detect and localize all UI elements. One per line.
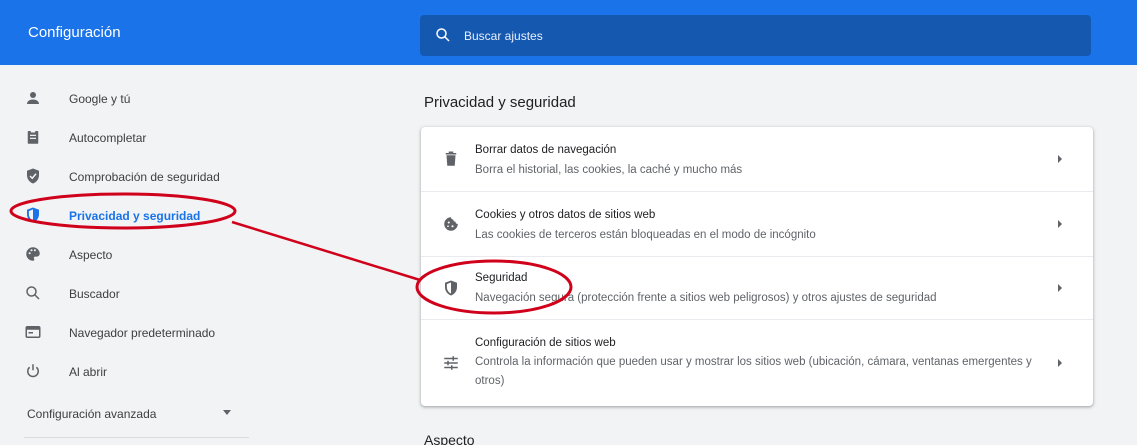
row-security[interactable]: Seguridad Navegación segura (protección … [421,257,1093,319]
sidebar-item-label: Autocompletar [69,131,147,145]
sidebar-item-label: Al abrir [69,365,108,379]
search-input[interactable] [464,15,1064,56]
section-title: Privacidad y seguridad [424,94,576,111]
advanced-settings-toggle[interactable]: Configuración avanzada [27,405,247,425]
top-bar: Configuración [0,0,1137,65]
sidebar-item-label: Aspecto [69,248,113,262]
chevron-right-icon [1058,359,1062,367]
sidebar-item-autofill[interactable]: Autocompletar [0,120,255,156]
person-icon [27,92,39,104]
row-description: Navegación segura (protección frente a s… [475,292,937,304]
next-section-title: Aspecto [424,432,475,445]
sidebar-item-appearance[interactable]: Aspecto [0,237,255,273]
annotation-connector [231,220,421,282]
sidebar-item-label: Privacidad y seguridad [69,209,201,223]
shield-check-icon [27,168,39,184]
chevron-right-icon [1058,155,1062,163]
row-title: Borrar datos de navegación [475,144,617,156]
row-title: Seguridad [475,272,528,284]
sidebar: Google y tú Autocompletar Comprobación d… [0,65,260,445]
power-icon [27,364,39,378]
search-icon [26,286,40,300]
chevron-right-icon [1058,220,1062,228]
search-box[interactable] [420,15,1091,56]
advanced-settings-label: Configuración avanzada [27,407,157,421]
sidebar-item-on-startup[interactable]: Al abrir [0,354,255,390]
caret-down-icon [223,410,231,415]
sidebar-item-label: Buscador [69,287,120,301]
chevron-right-icon [1058,284,1062,292]
browser-icon [25,326,41,338]
row-description: Las cookies de terceros están bloqueadas… [475,229,816,241]
privacy-card: Borrar datos de navegación Borra el hist… [421,127,1093,406]
trash-icon [445,151,457,166]
sidebar-item-default-browser[interactable]: Navegador predeterminado [0,315,255,351]
row-site-settings[interactable]: Configuración de sitios web Controla la … [421,320,1093,406]
palette-icon [26,247,40,261]
sidebar-item-label: Navegador predeterminado [69,326,216,340]
sidebar-item-label: Google y tú [69,92,131,106]
row-cookies[interactable]: Cookies y otros datos de sitios web Las … [421,192,1093,256]
sidebar-divider [24,437,249,438]
row-title: Configuración de sitios web [475,337,616,349]
app-title: Configuración [28,24,121,41]
cookie-icon [444,217,458,231]
sidebar-item-search-engine[interactable]: Buscador [0,276,255,312]
search-icon [436,28,450,42]
shield-icon [445,280,457,296]
clipboard-icon [27,129,39,144]
tune-icon [444,356,458,370]
shield-icon [27,207,39,223]
row-description: Controla la información que pueden usar … [475,356,1032,387]
sidebar-item-label: Comprobación de seguridad [69,170,220,184]
sidebar-item-google[interactable]: Google y tú [0,81,255,117]
row-title: Cookies y otros datos de sitios web [475,209,656,221]
row-description: Borra el historial, las cookies, la cach… [475,164,743,176]
sidebar-item-privacy[interactable]: Privacidad y seguridad [0,198,255,234]
row-clear-browsing-data[interactable]: Borrar datos de navegación Borra el hist… [421,127,1093,191]
sidebar-item-safety-check[interactable]: Comprobación de seguridad [0,159,255,195]
